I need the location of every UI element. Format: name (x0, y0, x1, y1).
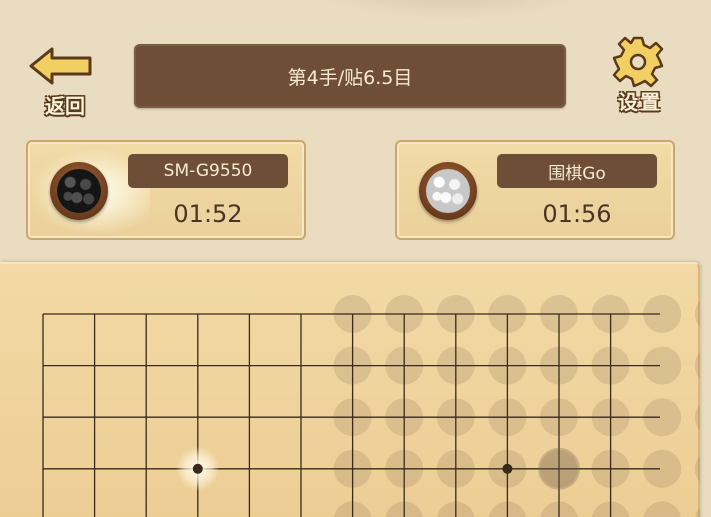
timer-white: 01:56 (542, 200, 612, 228)
move-info: 第4手/贴6.5目 (287, 66, 413, 89)
game-status-bar: 第4手/贴6.5目 (134, 44, 566, 108)
player-card-black: SM-G9550 01:52 (26, 140, 306, 240)
back-label: 返回 (45, 94, 85, 118)
hint-dot (694, 300, 700, 328)
settings-button[interactable]: 设置 (600, 34, 680, 120)
back-arrow-icon (29, 47, 92, 85)
hint-dot-large (538, 447, 580, 490)
player-name-black: SM-G9550 (128, 154, 288, 188)
go-board[interactable] (0, 262, 700, 517)
hint-dot (694, 455, 700, 482)
player-card-white: 围棋Go 01:56 (395, 140, 675, 240)
white-stone-bowl-icon (419, 162, 477, 220)
top-decoration (300, 0, 600, 20)
hint-dot (643, 501, 681, 517)
hint-dot (694, 352, 700, 379)
black-stone-bowl-icon (50, 162, 108, 220)
player-name-white: 围棋Go (497, 154, 657, 188)
board-grid[interactable] (0, 264, 700, 517)
settings-label: 设置 (618, 90, 662, 114)
hint-dot (695, 507, 700, 517)
hint-dot (694, 404, 700, 431)
gear-icon (612, 36, 664, 88)
star-point (192, 463, 203, 474)
timer-black: 01:52 (173, 200, 243, 228)
back-button[interactable]: 返回 (24, 40, 104, 120)
star-point (502, 463, 513, 474)
